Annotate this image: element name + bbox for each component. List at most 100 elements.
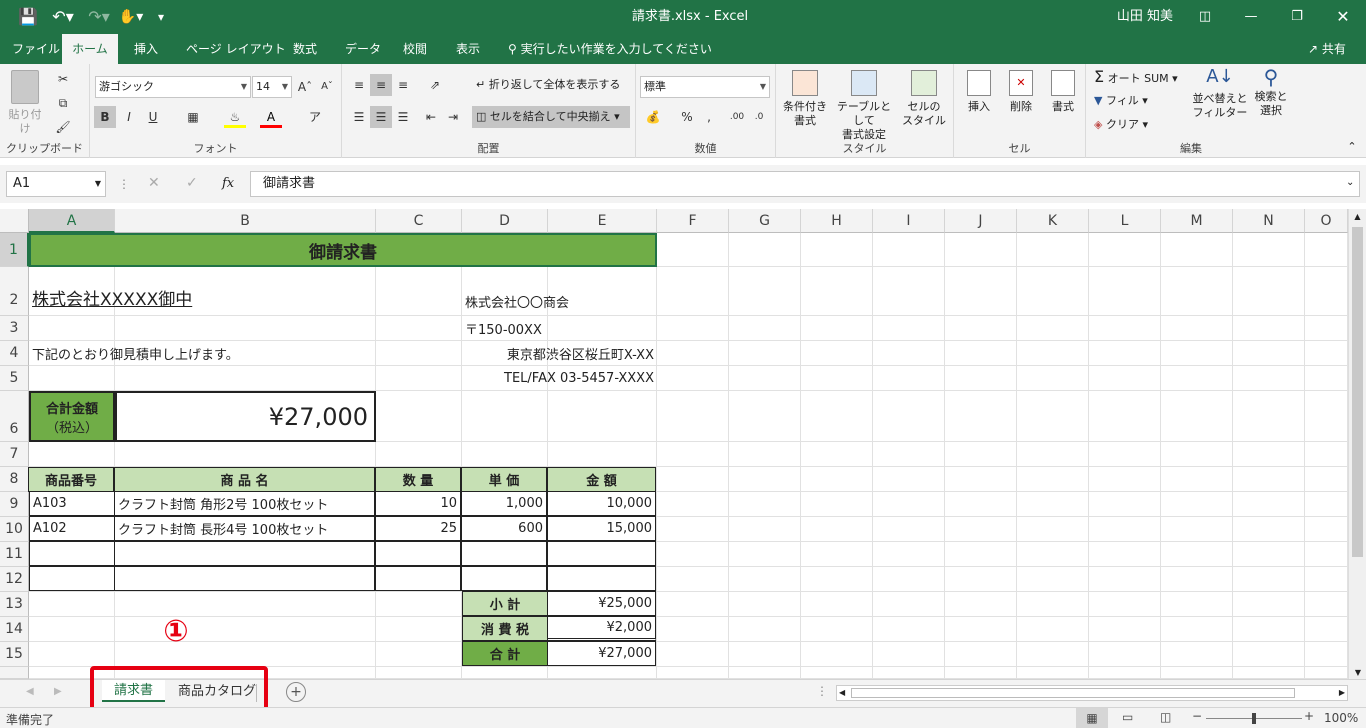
item-price[interactable]: 1,000 bbox=[461, 491, 547, 516]
item-price[interactable] bbox=[461, 541, 547, 566]
scroll-tabs-left-icon[interactable]: ◀ bbox=[26, 686, 34, 697]
grand-total-label[interactable]: 合 計 bbox=[462, 641, 548, 666]
conditional-format-button[interactable]: 条件付き 書式 bbox=[778, 70, 832, 128]
row-header-4[interactable]: 4 bbox=[0, 341, 29, 366]
zoom-thumb[interactable] bbox=[1252, 713, 1256, 724]
delete-cells-button[interactable]: ✕ 削除 bbox=[1002, 70, 1040, 114]
ribbon-display-icon[interactable]: ◫ bbox=[1190, 0, 1220, 34]
font-size-combo[interactable]: 14 ▼ bbox=[252, 76, 292, 98]
row-header-10[interactable]: 10 bbox=[0, 517, 29, 542]
item-code[interactable]: A102 bbox=[29, 516, 115, 541]
maximize-icon[interactable]: ❐ bbox=[1282, 0, 1312, 34]
share-button[interactable]: ↗ 共有 bbox=[1300, 34, 1354, 64]
underline-button[interactable]: U bbox=[142, 106, 164, 128]
scroll-tabs-right-icon[interactable]: ▶ bbox=[54, 686, 62, 697]
hscroll-split-icon[interactable]: ⋮ bbox=[816, 684, 828, 698]
header-price[interactable]: 単 価 bbox=[461, 467, 547, 492]
intro-text[interactable]: 下記のとおり御見積申し上げます。 bbox=[29, 341, 376, 366]
cancel-icon[interactable]: ✕ bbox=[148, 175, 160, 191]
column-header-a[interactable]: A bbox=[29, 209, 115, 233]
row-header-14[interactable]: 14 bbox=[0, 617, 29, 642]
column-header-n[interactable]: N bbox=[1233, 209, 1305, 233]
format-cells-button[interactable]: 書式 bbox=[1044, 70, 1082, 114]
find-select-button[interactable]: ⚲ 検索と 選択 bbox=[1250, 67, 1292, 118]
align-center-icon[interactable]: ☰ bbox=[370, 106, 392, 128]
zoom-out-icon[interactable]: − bbox=[1192, 709, 1202, 723]
redo-icon[interactable]: ↷▾ bbox=[84, 0, 114, 34]
increase-indent-icon[interactable]: ⇥ bbox=[442, 106, 464, 128]
scroll-up-icon[interactable]: ▲ bbox=[1349, 209, 1366, 225]
column-header-m[interactable]: M bbox=[1161, 209, 1233, 233]
item-amount[interactable]: 15,000 bbox=[547, 516, 656, 541]
phonetic-icon[interactable]: ア bbox=[304, 106, 326, 128]
align-left-icon[interactable]: ☰ bbox=[348, 106, 370, 128]
column-header-i[interactable]: I bbox=[873, 209, 945, 233]
font-color-icon[interactable]: A bbox=[260, 106, 282, 128]
client-name[interactable]: 株式会社XXXXX御中 bbox=[29, 267, 376, 316]
undo-icon[interactable]: ↶▾ bbox=[48, 0, 78, 34]
tab-view[interactable]: 表示 bbox=[448, 34, 488, 64]
page-break-view-icon[interactable]: ◫ bbox=[1160, 710, 1171, 724]
tax-label[interactable]: 消 費 税 bbox=[462, 616, 548, 641]
cut-icon[interactable]: ✂ bbox=[52, 68, 74, 90]
decrease-decimal-icon[interactable]: .0 bbox=[748, 106, 770, 128]
row-header-13[interactable]: 13 bbox=[0, 592, 29, 617]
formula-input[interactable]: 御請求書 bbox=[250, 171, 1360, 197]
zoom-slider[interactable] bbox=[1206, 713, 1302, 724]
scroll-left-icon[interactable]: ◀ bbox=[839, 686, 845, 700]
column-header-k[interactable]: K bbox=[1017, 209, 1089, 233]
row-header-6[interactable]: 6 bbox=[0, 391, 29, 442]
column-header-o[interactable]: O bbox=[1305, 209, 1348, 233]
item-price[interactable] bbox=[461, 566, 547, 591]
select-all-corner[interactable] bbox=[0, 209, 29, 233]
item-code[interactable] bbox=[29, 566, 115, 591]
italic-button[interactable]: I bbox=[118, 106, 140, 128]
tab-review[interactable]: 校閲 bbox=[395, 34, 435, 64]
item-code[interactable] bbox=[29, 541, 115, 566]
row-header-7[interactable]: 7 bbox=[0, 442, 29, 467]
decrease-indent-icon[interactable]: ⇤ bbox=[420, 106, 442, 128]
company-address[interactable]: 東京都渋谷区桜丘町X-XX bbox=[462, 341, 657, 366]
subtotal-label[interactable]: 小 計 bbox=[462, 591, 548, 616]
column-header-j[interactable]: J bbox=[945, 209, 1017, 233]
insert-function-icon[interactable]: fx bbox=[222, 176, 234, 191]
fill-button[interactable]: ▼ フィル ▾ bbox=[1094, 94, 1174, 108]
collapse-ribbon-icon[interactable]: ⌃ bbox=[1344, 140, 1360, 154]
wrap-text-button[interactable]: ↵ 折り返して全体を表示する bbox=[476, 78, 626, 92]
total-label-cell[interactable]: 合計金額 （税込） bbox=[29, 391, 115, 442]
align-right-icon[interactable]: ☰ bbox=[392, 106, 414, 128]
format-painter-icon[interactable]: 🖌 bbox=[52, 116, 74, 138]
column-header-g[interactable]: G bbox=[729, 209, 801, 233]
row-header-5[interactable]: 5 bbox=[0, 366, 29, 391]
paste-button[interactable]: 貼り付け bbox=[4, 70, 46, 136]
align-bottom-icon[interactable]: ≡ bbox=[392, 74, 414, 96]
item-amount[interactable] bbox=[547, 541, 656, 566]
item-amount[interactable] bbox=[547, 566, 656, 591]
format-as-table-button[interactable]: テーブルとして 書式設定 bbox=[832, 70, 896, 142]
tab-insert[interactable]: 挿入 bbox=[126, 34, 166, 64]
shrink-font-icon[interactable]: Aˇ bbox=[316, 76, 338, 98]
accounting-icon[interactable]: 💰 bbox=[642, 106, 664, 128]
column-header-e[interactable]: E bbox=[548, 209, 657, 233]
tab-data[interactable]: データ bbox=[337, 34, 389, 64]
number-format-combo[interactable]: 標準 ▼ bbox=[640, 76, 770, 98]
increase-decimal-icon[interactable]: .00 bbox=[726, 106, 748, 128]
horizontal-scrollbar[interactable]: ◀ ▶ bbox=[836, 685, 1348, 701]
row-header-11[interactable]: 11 bbox=[0, 542, 29, 567]
grow-font-icon[interactable]: Aˆ bbox=[294, 76, 316, 98]
row-header-8[interactable]: 8 bbox=[0, 467, 29, 492]
align-middle-icon[interactable]: ≡ bbox=[370, 74, 392, 96]
column-header-f[interactable]: F bbox=[657, 209, 729, 233]
header-name[interactable]: 商 品 名 bbox=[114, 467, 375, 492]
add-sheet-icon[interactable]: + bbox=[286, 682, 306, 702]
vertical-scrollbar[interactable]: ▲ ▼ bbox=[1348, 209, 1366, 679]
save-icon[interactable]: 💾 bbox=[16, 0, 40, 34]
column-header-h[interactable]: H bbox=[801, 209, 873, 233]
close-icon[interactable]: ✕ bbox=[1328, 0, 1358, 34]
invoice-title[interactable]: 御請求書 bbox=[29, 233, 657, 267]
merge-center-button[interactable]: ◫ セルを結合して中央揃え ▾ bbox=[472, 106, 630, 128]
company-tel[interactable]: TEL/FAX 03-5457-XXXX bbox=[462, 366, 657, 391]
customize-qat-icon[interactable]: ▾ bbox=[152, 0, 170, 34]
row-header-15[interactable]: 15 bbox=[0, 642, 29, 667]
copy-icon[interactable]: ⧉ bbox=[52, 92, 74, 114]
